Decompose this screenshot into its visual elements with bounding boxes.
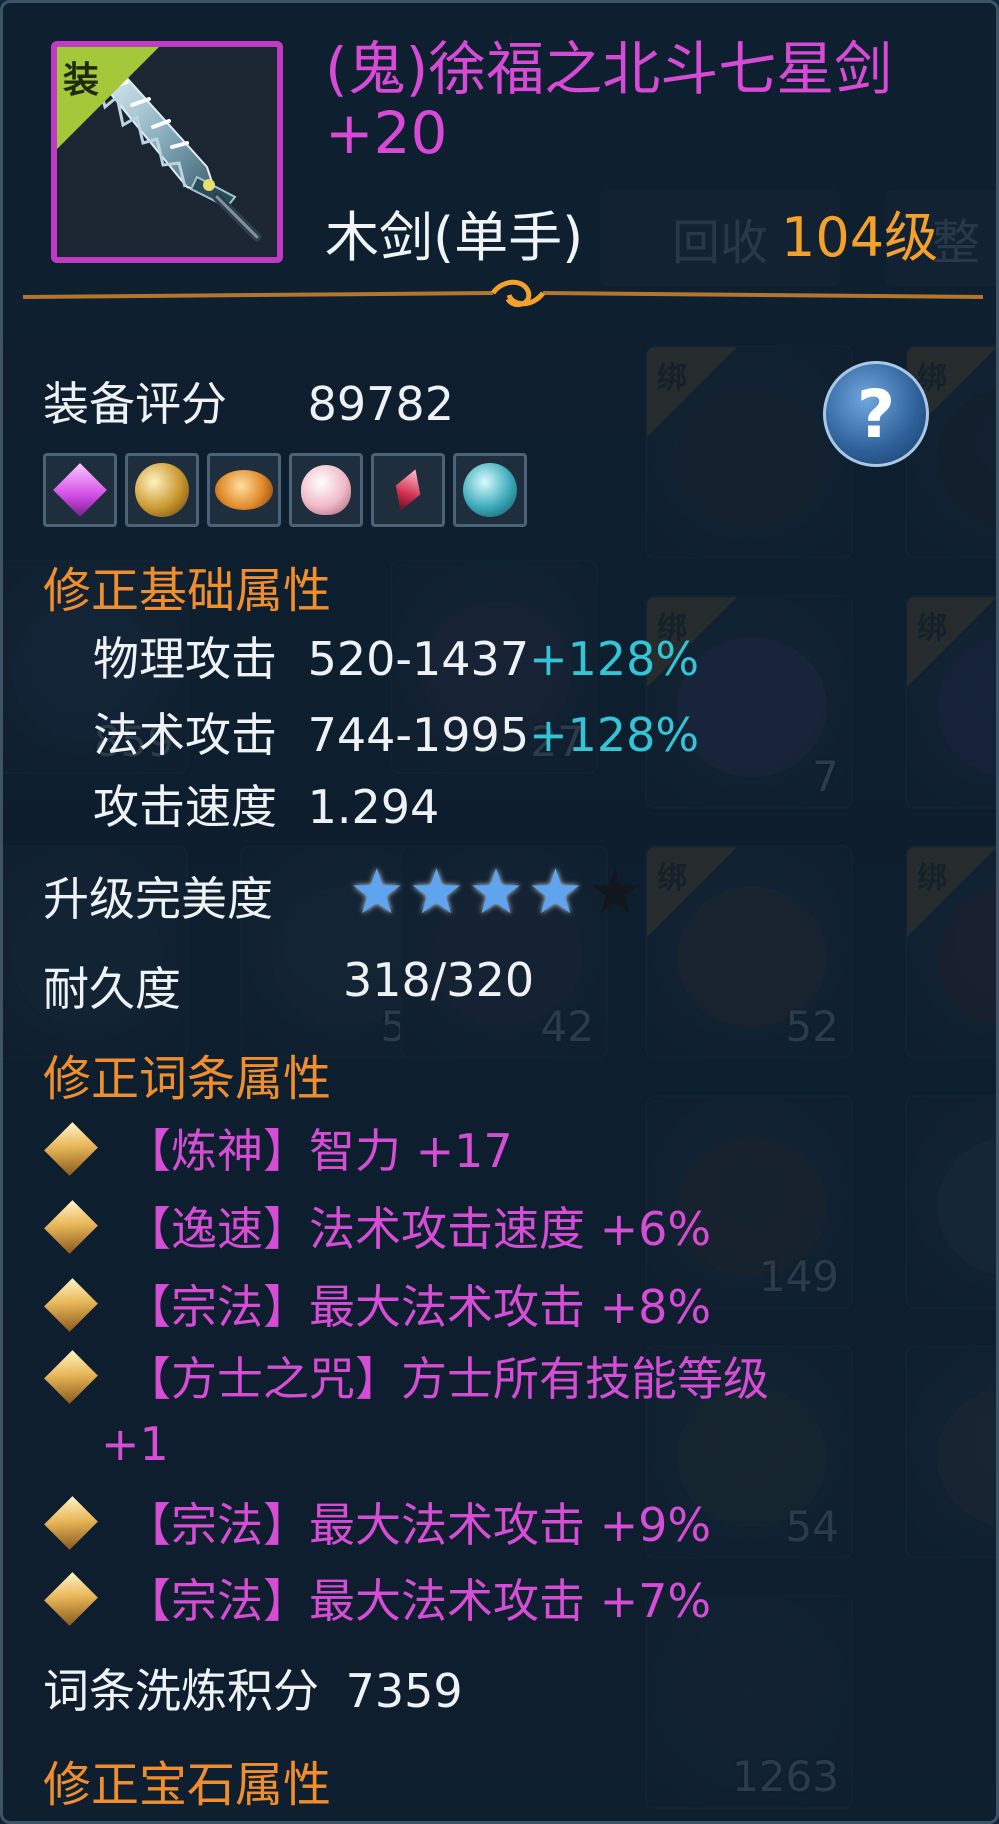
affix-line: 【宗法】最大法术攻击 +8% — [43, 1271, 711, 1337]
pink-pearl-gem-icon[interactable] — [289, 453, 363, 527]
cyan-orb-gem-icon[interactable] — [453, 453, 527, 527]
durability-value: 318/320 — [343, 953, 535, 1007]
stat-label: 物理攻击 — [93, 632, 277, 686]
stat-value: 744-1995 — [307, 708, 530, 762]
item-type: 木剑(单手) — [325, 206, 584, 269]
stat-label: 法术攻击 — [93, 708, 277, 762]
stat-label: 攻击速度 — [93, 780, 277, 834]
stat-bonus: +128% — [529, 708, 700, 762]
score-row: 装备评分 89782 — [43, 368, 454, 434]
base-stats-title: 修正基础属性 — [43, 563, 332, 619]
reroll-points-value: 7359 — [345, 1664, 463, 1718]
red-crystal-gem-icon[interactable] — [371, 453, 445, 527]
stat-row-physical-attack: 物理攻击 520-1437+128% — [93, 623, 699, 689]
filled-star-icon: ★ — [468, 855, 524, 928]
gem-stats-title: 修正宝石属性 — [43, 1757, 332, 1813]
affix-line: 【宗法】最大法术攻击 +7% — [43, 1565, 711, 1631]
item-tooltip: 装 (鬼)徐福之北斗七星剑 +20 木剑(单手) 104级 ? 装备评分 897… — [0, 0, 999, 1824]
affix-line: 【逸速】法术攻击速度 +6% — [43, 1193, 711, 1259]
durability-row: 耐久度 318/320 — [43, 953, 534, 1019]
diamond-bullet-icon — [44, 1349, 98, 1404]
stat-row-attack-speed: 攻击速度 1.294 — [93, 771, 439, 837]
affix-line: 【宗法】最大法术攻击 +9% — [43, 1489, 711, 1555]
help-button[interactable]: ? — [823, 361, 929, 467]
stat-bonus: +128% — [529, 632, 700, 686]
gold-orb-gem-icon[interactable] — [125, 453, 199, 527]
reroll-points-row: 词条洗炼积分 7359 — [43, 1655, 463, 1721]
affix-line: 【炼神】智力 +17 — [43, 1115, 513, 1181]
durability-label: 耐久度 — [43, 962, 181, 1016]
diamond-bullet-icon — [44, 1121, 98, 1176]
pink-diamond-gem-icon[interactable] — [43, 453, 117, 527]
gem-socket-row — [43, 453, 527, 527]
score-label: 装备评分 — [43, 377, 227, 431]
item-name: (鬼)徐福之北斗七星剑 +20 — [325, 35, 893, 167]
diamond-bullet-icon — [44, 1199, 98, 1254]
diamond-bullet-icon — [44, 1571, 98, 1626]
stat-value: 1.294 — [307, 780, 440, 834]
item-icon: 装 — [51, 41, 283, 263]
equipped-tag-label: 装 — [63, 60, 100, 101]
reroll-points-label: 词条洗炼积分 — [43, 1664, 319, 1718]
affix-stats-title: 修正词条属性 — [43, 1051, 332, 1107]
empty-star-icon: ★ — [587, 855, 643, 928]
perfection-label: 升级完美度 — [43, 872, 273, 926]
affix-line-continuation: +1 — [101, 1417, 169, 1471]
item-level: 104级 — [781, 206, 939, 269]
diamond-bullet-icon — [44, 1495, 98, 1550]
affix-line: 【方士之咒】方士所有技能等级 — [43, 1343, 769, 1409]
stat-row-magic-attack: 法术攻击 744-1995+128% — [93, 699, 699, 765]
ornament-divider — [23, 279, 983, 308]
score-value: 89782 — [307, 377, 454, 431]
diamond-bullet-icon — [44, 1277, 98, 1332]
amber-gem-icon[interactable] — [207, 453, 281, 527]
filled-star-icon: ★ — [408, 855, 465, 928]
filled-star-icon: ★ — [349, 855, 405, 928]
stat-value: 520-1437 — [307, 632, 530, 686]
filled-star-icon: ★ — [527, 855, 584, 928]
perfection-stars: ★ ★ ★ ★ ★ — [349, 861, 643, 923]
